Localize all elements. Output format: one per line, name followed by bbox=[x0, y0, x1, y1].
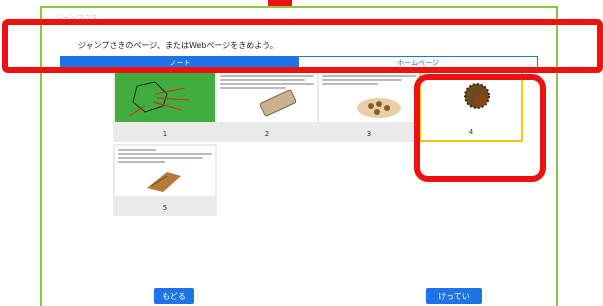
page-number: 5 bbox=[162, 204, 168, 212]
annotation-highlight-page4 bbox=[414, 74, 546, 182]
page-card-2[interactable]: 2 bbox=[215, 70, 319, 142]
page-card-3[interactable]: 3 bbox=[317, 70, 421, 142]
thumbnail-object-icon bbox=[357, 98, 401, 118]
page-card-1[interactable]: 1 bbox=[113, 70, 217, 142]
back-button[interactable]: もどる bbox=[154, 288, 194, 304]
page-number: 2 bbox=[264, 130, 270, 138]
page-card-5[interactable]: 5 bbox=[113, 144, 217, 216]
thumbnail-object-icon bbox=[259, 89, 297, 117]
page-thumbnail bbox=[217, 72, 317, 122]
page-number: 1 bbox=[162, 130, 168, 138]
screen: ジャンプさき ジャンプさきのページ、またはWebページをきめよう。 ノート ホー… bbox=[0, 0, 603, 306]
page-thumbnail bbox=[115, 72, 215, 122]
page-number: 3 bbox=[366, 130, 372, 138]
page-thumbnail bbox=[319, 72, 419, 122]
decide-button[interactable]: けってい bbox=[426, 288, 482, 304]
thumbnail-object-icon bbox=[147, 172, 181, 192]
annotation-highlight-instruction bbox=[2, 19, 603, 73]
map-outline-icon bbox=[128, 81, 190, 117]
page-thumbnail bbox=[115, 146, 215, 196]
